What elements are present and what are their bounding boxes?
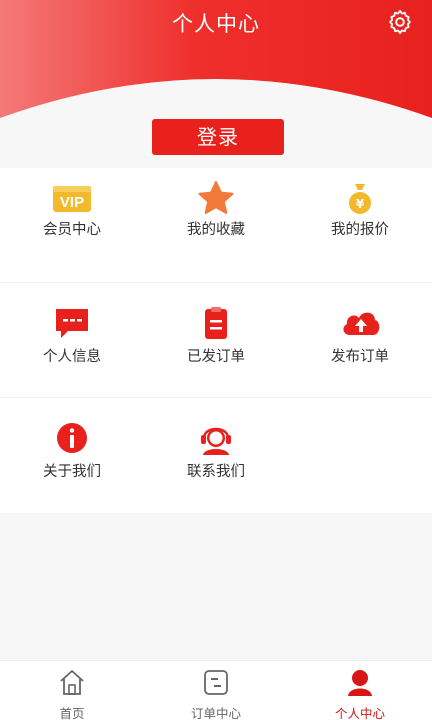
menu-item-personal-info[interactable]: 个人信息 — [0, 283, 144, 397]
gear-icon[interactable] — [386, 8, 414, 36]
customer-service-icon — [201, 427, 231, 455]
tab-home[interactable]: 首页 — [0, 661, 144, 720]
menu-item-label: 个人信息 — [43, 349, 101, 365]
menu-item-my-quotes[interactable]: ¥ 我的报价 — [288, 168, 432, 282]
menu-item-contact-us[interactable]: 联系我们 — [144, 398, 288, 513]
order-icon — [204, 670, 228, 695]
menu-item-label: 发布订单 — [331, 349, 389, 365]
menu-item-label: 我的收藏 — [187, 222, 245, 238]
menu-item-label: 联系我们 — [187, 464, 245, 480]
cloud-upload-icon — [343, 312, 380, 335]
menu-item-member-center[interactable]: VIP 会员中心 — [0, 168, 144, 282]
menu-item-post-order[interactable]: 发布订单 — [288, 283, 432, 397]
menu-item-favorites[interactable]: 我的收藏 — [144, 168, 288, 282]
star-icon — [198, 181, 234, 214]
menu-item-label: 已发订单 — [187, 349, 245, 365]
tab-personal-center[interactable]: 个人中心 — [288, 661, 432, 720]
user-card: 登录 VIP 会员中心 我的收藏 ¥ 我的报价 个人信息 已发订单 发布订单 关… — [0, 96, 432, 513]
menu-row: 个人信息 已发订单 发布订单 — [0, 283, 432, 398]
vip-icon: VIP — [53, 186, 91, 212]
money-bag-icon: ¥ — [349, 184, 371, 214]
svg-text:VIP: VIP — [60, 194, 84, 211]
page-title: 个人中心 — [172, 12, 260, 36]
bottom-tab-bar: 首页 订单中心 个人中心 — [0, 660, 432, 720]
clipboard-icon — [205, 307, 227, 339]
info-icon — [57, 423, 87, 453]
message-icon — [56, 309, 88, 338]
tab-label: 个人中心 — [334, 706, 385, 720]
menu-item-sent-orders[interactable]: 已发订单 — [144, 283, 288, 397]
tab-order-center[interactable]: 订单中心 — [144, 661, 288, 720]
menu-grid: VIP 会员中心 我的收藏 ¥ 我的报价 个人信息 已发订单 发布订单 关于我们… — [0, 168, 432, 513]
menu-item-label: 我的报价 — [331, 222, 389, 238]
menu-item-about-us[interactable]: 关于我们 — [0, 398, 144, 513]
menu-row: VIP 会员中心 我的收藏 ¥ 我的报价 — [0, 168, 432, 283]
svg-text:¥: ¥ — [356, 197, 365, 211]
menu-row: 关于我们 联系我们 — [0, 398, 432, 513]
login-button[interactable]: 登录 — [152, 119, 284, 155]
tab-label: 首页 — [59, 706, 85, 720]
user-icon — [348, 670, 372, 696]
tab-label: 订单中心 — [190, 706, 241, 720]
menu-cell-empty — [288, 398, 432, 513]
home-icon — [60, 670, 84, 695]
menu-item-label: 会员中心 — [43, 222, 101, 238]
menu-item-label: 关于我们 — [43, 464, 101, 480]
